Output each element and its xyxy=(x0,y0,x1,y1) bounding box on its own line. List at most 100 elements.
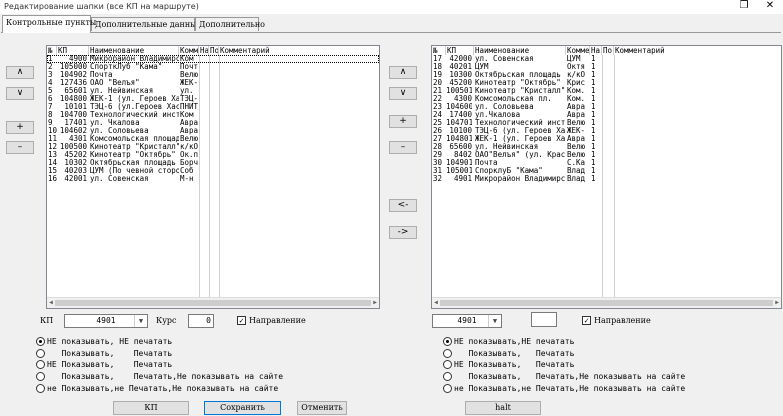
table-row[interactable]: 1 4900 Микрорайон Владимирс Ком xyxy=(47,55,379,63)
table-cell: 10302 xyxy=(64,159,87,167)
table-row[interactable]: 15 40203 ЦУМ (По чевной сторо Соб xyxy=(47,167,379,175)
table-row[interactable]: 31 105001 СпорклуБ "Кама" Влад 1 xyxy=(432,167,781,175)
table-row[interactable]: 6 104800 ЖЕК-1 (ул. Героев Хас ТЭЦ- xyxy=(47,95,379,103)
chevron-down-icon[interactable]: ▼ xyxy=(488,315,501,327)
col-header-name[interactable]: Наименование xyxy=(89,46,179,55)
radio-button[interactable] xyxy=(36,372,45,381)
col-header-kp[interactable]: КП xyxy=(446,46,474,55)
move-left-button[interactable]: <- xyxy=(389,199,417,212)
col-header-kp[interactable]: КП xyxy=(57,46,89,55)
table-row[interactable]: 10 104602 ул. Соловьева Авра xyxy=(47,127,379,135)
table-row[interactable]: 27 104801 ЖЕК-1 (ул. Героев Хас Авра 1 xyxy=(432,135,781,143)
move-up-button[interactable]: ∧ xyxy=(6,66,34,79)
table-cell xyxy=(210,127,219,135)
table-row[interactable]: 3 104902 Почта Велю xyxy=(47,71,379,79)
radio-button[interactable] xyxy=(36,349,45,358)
table-row[interactable]: 28 65600 ул. Нейвинская Велю 1 xyxy=(432,143,781,151)
table-row[interactable]: 24 17400 ул.Чкалова Авра 1 xyxy=(432,111,781,119)
left-hscrollbar[interactable]: ◀ ▶ xyxy=(47,297,379,308)
col-header-name[interactable]: Наименование xyxy=(474,46,566,55)
right-checkpoint-list[interactable]: № КП Наименование Комментарий На По Комм… xyxy=(431,45,782,309)
table-row[interactable]: 16 42001 ул. Совенская М-н xyxy=(47,175,379,183)
tab-additional[interactable]: Дополнительно xyxy=(195,17,265,31)
table-row[interactable]: 9 17401 ул. Чкалова Авра xyxy=(47,119,379,127)
table-row[interactable]: 17 42000 ул. Совенская ЦУМ 1 xyxy=(432,55,781,63)
col-header-comment[interactable]: Комментарий xyxy=(614,46,781,55)
table-row[interactable]: 7 10101 ТЭЦ-6 (ул.Героев Хас ПНИТ xyxy=(47,103,379,111)
table-row[interactable]: 25 104701 Технологический инст Велю 1 xyxy=(432,119,781,127)
table-row[interactable]: 30 104901 Почта С.Ка 1 xyxy=(432,159,781,167)
radio-button[interactable] xyxy=(36,384,45,393)
table-row[interactable]: 12 100500 Кинотеатр "Кристалл" к/кО xyxy=(47,143,379,151)
radio-button[interactable] xyxy=(443,384,452,393)
table-cell: ТЭЦ- xyxy=(180,95,199,103)
tab-control-points[interactable]: Контрольные пункты xyxy=(2,15,96,33)
col-header-comment-short[interactable]: Комментарий xyxy=(566,46,590,55)
table-row[interactable]: 18 40201 ЦУМ Октя 1 xyxy=(432,63,781,71)
save-button[interactable]: Сохранить xyxy=(204,401,281,415)
halt-button[interactable]: halt xyxy=(465,401,541,415)
right-move-down-button[interactable]: ∨ xyxy=(389,87,417,100)
radio-button[interactable] xyxy=(443,349,452,358)
radio-button[interactable] xyxy=(443,360,452,369)
scroll-right-icon[interactable]: ▶ xyxy=(371,298,379,308)
scroll-thumb[interactable] xyxy=(440,300,773,306)
table-cell: ЖЕК- xyxy=(180,79,199,87)
scroll-right-icon[interactable]: ▶ xyxy=(773,298,781,308)
add-button[interactable]: + xyxy=(6,121,34,134)
move-right-button[interactable]: -> xyxy=(389,226,417,239)
left-direction-checkbox[interactable]: ✓ xyxy=(237,316,246,325)
col-header-num[interactable]: № xyxy=(47,46,57,55)
window-title: Редактирование шапки (все КП на маршруте… xyxy=(4,2,199,11)
table-row[interactable]: 32 4901 Микрорайон Владимирс Влад 1 xyxy=(432,175,781,183)
left-course-input[interactable]: 0 xyxy=(188,314,214,328)
table-row[interactable]: 22 4300 Комсомольская пл. Ком. 1 xyxy=(432,95,781,103)
col-header-num[interactable]: № xyxy=(432,46,446,55)
cancel-button[interactable]: Отменить xyxy=(297,401,347,415)
table-row[interactable]: 26 10100 ТЭЦ-6 (ул. Героев Хас ЖЕК- 1 xyxy=(432,127,781,135)
table-row[interactable]: 20 45200 Кинотеатр "Октябрь" Крис 1 xyxy=(432,79,781,87)
move-down-button[interactable]: ∨ xyxy=(6,87,34,100)
table-row[interactable]: 14 10302 Октябрьская площадь Борч xyxy=(47,159,379,167)
table-row[interactable]: 23 104600 ул. Соловьева Авра 1 xyxy=(432,103,781,111)
right-hscrollbar[interactable]: ◀ ▶ xyxy=(432,297,781,308)
left-kp-select[interactable]: 4901 ▼ xyxy=(64,314,148,328)
remove-button[interactable]: – xyxy=(6,141,34,154)
right-add-button[interactable]: + xyxy=(389,115,417,128)
radio-button[interactable] xyxy=(443,372,452,381)
col-header-comment[interactable]: Комментарий xyxy=(219,46,379,55)
table-row[interactable]: 2 105000 СпорткЛуб "Кама" Почт xyxy=(47,63,379,71)
right-remove-button[interactable]: – xyxy=(389,141,417,154)
right-direction-checkbox[interactable]: ✓ xyxy=(582,316,591,325)
col-header-comment-short[interactable]: Комментарий xyxy=(179,46,199,55)
restore-icon[interactable]: ❐ xyxy=(732,0,756,12)
scroll-left-icon[interactable]: ◀ xyxy=(432,298,440,308)
col-header-po[interactable]: По xyxy=(602,46,614,55)
close-icon[interactable]: ✕ xyxy=(758,0,782,12)
tab-additional-data[interactable]: Дополнительные данные xyxy=(91,17,201,31)
radio-button[interactable] xyxy=(36,360,45,369)
table-row[interactable]: 13 45202 Кинотеатр "Октябрь" Ок.п xyxy=(47,151,379,159)
right-kp-select[interactable]: 4901 ▼ xyxy=(432,314,502,328)
col-header-na[interactable]: На xyxy=(199,46,209,55)
table-row[interactable]: 4 127436 ОАО "Велъя" ЖЕК- xyxy=(47,79,379,87)
table-row[interactable]: 19 10300 Октябрьская площадь к/кО 1 xyxy=(432,71,781,79)
table-row[interactable]: 8 104700 Технологический инст Ком xyxy=(47,111,379,119)
table-row[interactable]: 29 8402 ОАО"Велъя" (ул. Крас Велю 1 xyxy=(432,151,781,159)
scroll-left-icon[interactable]: ◀ xyxy=(47,298,55,308)
col-header-po[interactable]: По xyxy=(209,46,219,55)
table-row[interactable]: 21 100501 Кинотеатр "Кристалл" Ком. 1 xyxy=(432,87,781,95)
chevron-down-icon[interactable]: ▼ xyxy=(134,315,147,327)
radio-button[interactable] xyxy=(443,337,452,346)
right-course-input[interactable] xyxy=(531,312,557,327)
kp-button[interactable]: КП xyxy=(113,401,189,415)
table-cell: Ок.п xyxy=(180,151,199,159)
table-row[interactable]: 5 65601 ул. Нейвинская ул. xyxy=(47,87,379,95)
col-header-na[interactable]: На xyxy=(590,46,602,55)
table-row[interactable]: 11 4301 Комсомольская площад Велю xyxy=(47,135,379,143)
radio-button[interactable] xyxy=(36,337,45,346)
left-checkpoint-list[interactable]: № КП Наименование Комментарий На По Комм… xyxy=(46,45,380,309)
right-move-up-button[interactable]: ∧ xyxy=(389,66,417,79)
scroll-thumb[interactable] xyxy=(55,300,371,306)
table-cell: Кинотеатр "Октябрь" xyxy=(90,151,176,159)
